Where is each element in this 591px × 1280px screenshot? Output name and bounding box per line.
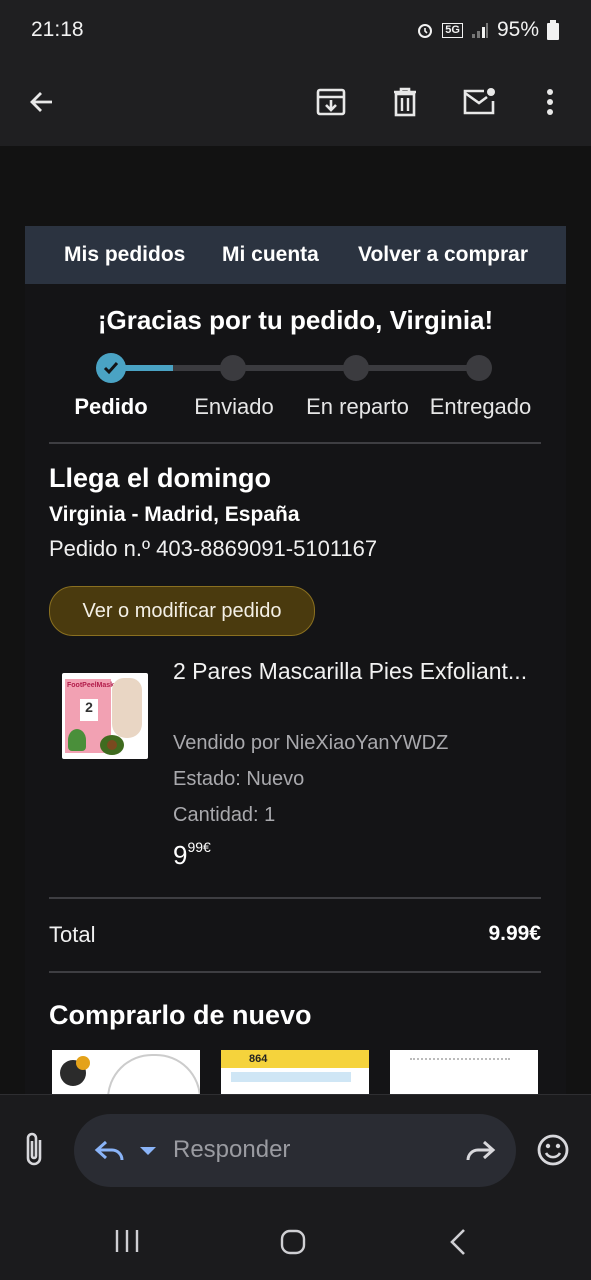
avocado-pit-image [107,740,117,750]
step-label-enviado: Enviado [194,394,274,419]
recent-apps-button[interactable] [112,1228,142,1259]
delete-icon [394,87,416,117]
nav-link-orders[interactable]: Mis pedidos [64,243,185,267]
step-label-entregado: Entregado [429,394,532,419]
system-back-button[interactable] [446,1228,470,1261]
mark-unread-button[interactable] [455,78,503,126]
step-label-pedido: Pedido [74,394,148,419]
back-button[interactable] [18,78,66,126]
signal-icon [471,23,488,38]
mark-unread-icon [463,88,495,115]
price-whole: 9 [173,840,188,870]
reply-placeholder[interactable]: Responder [173,1136,290,1164]
divider [49,897,541,899]
email-toolbar [0,60,591,146]
view-modify-order-button[interactable]: Ver o modificar pedido [49,586,315,636]
forward-button[interactable] [464,1136,496,1171]
step-dot-enviado [220,355,246,381]
alarm-icon [418,24,433,38]
box-count-label: 864 [249,1053,268,1065]
step-check-pedido [96,353,126,383]
chevron-left-icon [450,1229,465,1255]
product-price: 999€ [173,839,211,871]
reply-icon [94,1140,156,1161]
archive-icon [316,88,346,116]
home-button[interactable] [279,1228,307,1261]
product-thumbnail[interactable]: FootPeelMask 2 [62,673,148,759]
total-label: Total [49,922,96,947]
box-lid-image [221,1050,369,1068]
paperclip-icon [26,1132,42,1166]
more-vert-icon [547,89,553,115]
arrival-heading: Llega el domingo [49,463,272,493]
check-icon [103,362,119,375]
home-icon [280,1229,306,1255]
thanks-heading: ¡Gracias por tu pedido, Virginia! [97,305,494,335]
buy-again-item-3[interactable] [390,1050,538,1094]
battery-percent: 95% [496,18,539,41]
status-icons: 5G 95% [416,18,559,42]
delete-button[interactable] [381,78,429,126]
product-condition: Estado: Nuevo [173,768,305,790]
divider [49,442,541,444]
divider [49,971,541,973]
item-image [410,1058,510,1090]
step-label-en-reparto: En reparto [306,394,409,419]
aloe-image [68,729,86,751]
emoji-button[interactable] [536,1133,570,1172]
product-quantity: Cantidad: 1 [173,804,276,826]
buy-again-item-2[interactable]: 864 [221,1050,369,1094]
shipping-address: Virginia - Madrid, España [49,503,300,526]
box-contents-image [231,1072,351,1082]
reply-mode-button[interactable] [94,1136,160,1171]
status-time: 21:18 [31,18,84,41]
honey-image [76,1056,90,1070]
more-options-button[interactable] [526,78,574,126]
foot-image [112,678,142,738]
nav-link-buy-again[interactable]: Volver a comprar [358,243,528,267]
patch-image [107,1054,200,1094]
back-arrow-icon [30,92,52,112]
forward-icon [466,1140,496,1161]
recent-apps-icon [115,1230,139,1252]
emoji-icon [537,1134,569,1166]
nav-link-account[interactable]: Mi cuenta [222,243,319,267]
product-title-link[interactable]: 2 Pares Mascarilla Pies Exfoliant... [173,654,533,689]
product-box-number: 2 [80,699,98,721]
product-seller: Vendido por NieXiaoYanYWDZ [173,732,449,754]
product-brand-label: FootPeelMask [67,682,115,689]
step-dot-en-reparto [343,355,369,381]
battery-icon [547,20,559,40]
price-cents: 99€ [187,839,211,856]
step-dot-entregado [466,355,492,381]
attach-button[interactable] [20,1130,50,1175]
order-number: Pedido n.º 403-8869091-5101167 [49,536,378,561]
archive-button[interactable] [307,78,355,126]
buy-again-item-1[interactable] [52,1050,200,1094]
buy-again-heading: Comprarlo de nuevo [49,1000,312,1030]
email-nav-bar: Mis pedidos Mi cuenta Volver a comprar [25,226,566,284]
total-value: 9.99€ [488,922,541,945]
network-badge: 5G [442,22,463,38]
